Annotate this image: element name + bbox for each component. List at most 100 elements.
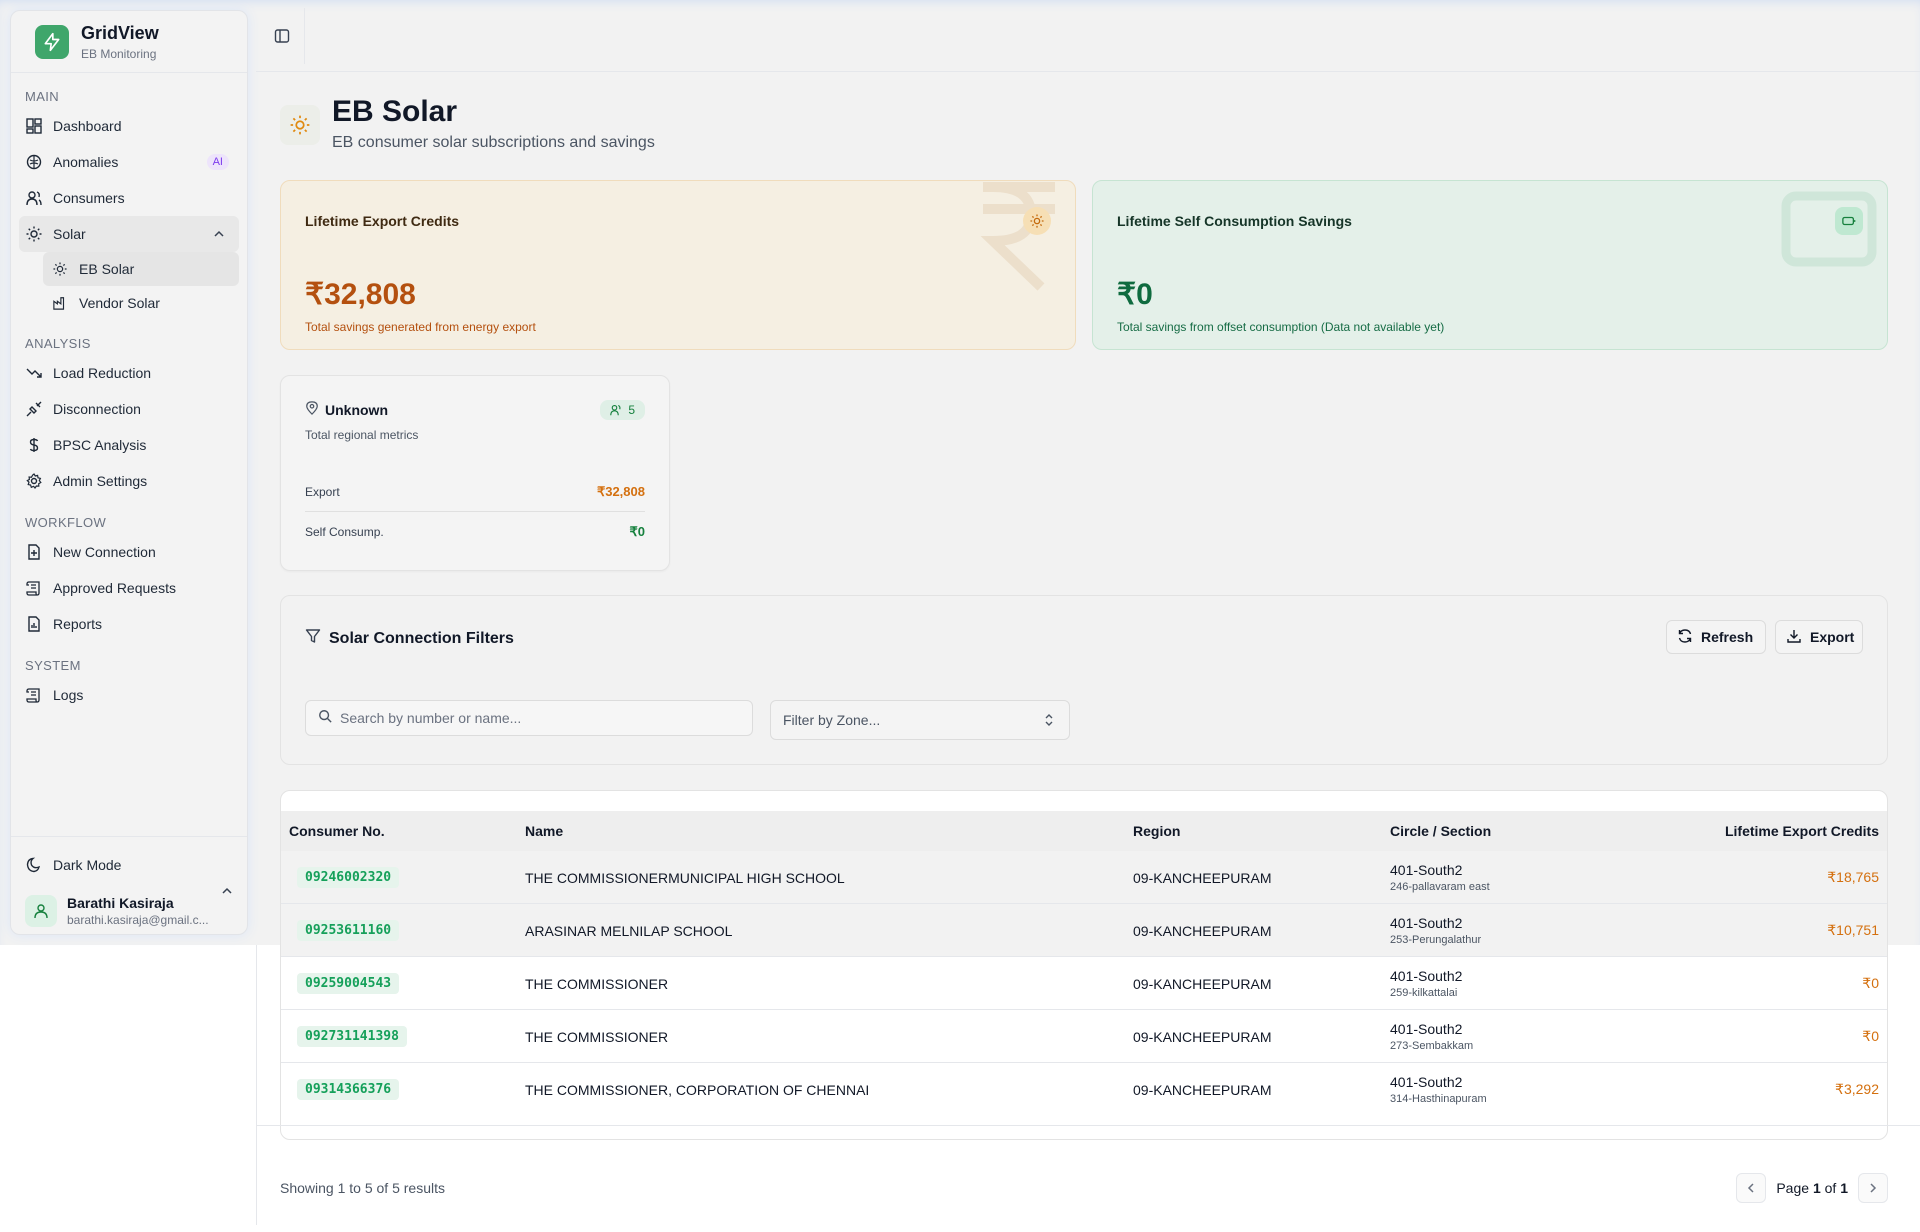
refresh-button[interactable]: Refresh	[1666, 620, 1766, 654]
sidebar-item-label: Consumers	[53, 190, 125, 206]
refresh-label: Refresh	[1701, 629, 1754, 645]
sidebar-item-consumers[interactable]: Consumers	[19, 180, 239, 216]
table-row[interactable]: 09314366376 THE COMMISSIONER, CORPORATIO…	[281, 1063, 1887, 1116]
export-button[interactable]: Export	[1775, 620, 1863, 654]
export-credit-value: ₹10,751	[1827, 922, 1879, 938]
sidebar-item-disconnection[interactable]: Disconnection	[19, 391, 239, 427]
export-label: Export	[1810, 629, 1855, 645]
sidebar-toggle-icon[interactable]	[274, 28, 294, 48]
circle-section-cell: 401-South2 273-Sembakkam	[1390, 1010, 1473, 1063]
brand-title: GridView	[81, 22, 159, 43]
filter-title: Solar Connection Filters	[305, 628, 514, 649]
scroll-icon	[25, 686, 43, 704]
solar-submenu: EB Solar Vendor Solar	[43, 252, 247, 320]
page-title: EB Solar	[332, 95, 458, 128]
topbar-divider	[304, 8, 305, 64]
user-icon	[25, 895, 57, 927]
user-menu[interactable]: Barathi Kasiraja barathi.kasiraja@gmail.…	[19, 887, 239, 933]
filter-title-text: Solar Connection Filters	[329, 629, 514, 647]
consumer-name: ARASINAR MELNILAP SCHOOL	[525, 922, 733, 939]
dashboard-icon	[25, 117, 43, 135]
col-consumer-no[interactable]: Consumer No.	[289, 823, 385, 839]
sidebar-item-approved-requests[interactable]: Approved Requests	[19, 570, 239, 606]
consumer-region: 09-KANCHEEPURAM	[1133, 922, 1272, 939]
sidebar-item-eb-solar[interactable]: EB Solar	[43, 252, 239, 286]
dark-mode-toggle[interactable]: Dark Mode	[19, 847, 239, 883]
circle-section-cell: 401-South2 314-Hasthinapuram	[1390, 1063, 1487, 1116]
consumer-number-link[interactable]: 09246002320	[297, 867, 400, 888]
user-email: barathi.kasiraja@gmail.c...	[67, 913, 209, 927]
sidebar-item-vendor-solar[interactable]: Vendor Solar	[43, 286, 239, 320]
sidebar-item-solar[interactable]: Solar	[19, 216, 239, 252]
region-count-badge: 5	[600, 400, 645, 420]
section-analysis: ANALYSIS	[25, 336, 91, 351]
export-credit-value: ₹3,292	[1835, 1081, 1879, 1097]
section: 273-Sembakkam	[1390, 1040, 1474, 1052]
sidebar-item-label: Disconnection	[53, 401, 141, 417]
sidebar-item-reports[interactable]: Reports	[19, 606, 239, 642]
sidebar-item-new-connection[interactable]: New Connection	[19, 534, 239, 570]
consumer-number-link[interactable]: 09253611160	[297, 920, 400, 941]
brand-header[interactable]: GridView EB Monitoring	[11, 11, 247, 73]
page-subtitle: EB consumer solar subscriptions and savi…	[332, 134, 655, 151]
sun-icon	[1023, 207, 1051, 235]
moon-icon	[25, 856, 43, 874]
section-system: SYSTEM	[25, 658, 81, 673]
prev-page-button[interactable]	[1736, 1173, 1767, 1203]
export-credits-label: Lifetime Export Credits	[305, 213, 460, 229]
consumer-number-link[interactable]: 09314366376	[297, 1079, 400, 1100]
sidebar-item-admin-settings[interactable]: Admin Settings	[19, 463, 239, 499]
table-row[interactable]: 09246002320 THE COMMISSIONERMUNICIPAL HI…	[281, 851, 1887, 904]
top-bar	[256, 0, 1920, 72]
sidebar-item-logs[interactable]: Logs	[19, 677, 239, 713]
users-icon	[25, 189, 43, 207]
region-export-value: ₹32,808	[596, 483, 645, 499]
region-count: 5	[628, 403, 635, 417]
col-name[interactable]: Name	[525, 823, 563, 839]
consumer-name: THE COMMISSIONER	[525, 975, 669, 992]
sidebar-item-anomalies[interactable]: Anomalies AI	[19, 144, 239, 180]
page-prefix: Page	[1776, 1180, 1810, 1196]
consumer-number-link[interactable]: 092731141398	[297, 1026, 407, 1047]
consumer-region: 09-KANCHEEPURAM	[1133, 1028, 1272, 1045]
user-name: Barathi Kasiraja	[67, 895, 174, 911]
region-self-row: Self Consump. ₹0	[305, 512, 645, 552]
search-input[interactable]	[340, 710, 740, 726]
content-bottom-border	[256, 1125, 1920, 1126]
consumer-number-link[interactable]: 09259004543	[297, 973, 400, 994]
table-row[interactable]: 092731141398 THE COMMISSIONER 09-KANCHEE…	[281, 1010, 1887, 1063]
next-page-button[interactable]	[1858, 1173, 1888, 1203]
unplug-icon	[25, 400, 43, 418]
table-row[interactable]: 09253611160 ARASINAR MELNILAP SCHOOL 09-…	[281, 904, 1887, 957]
chevron-right-icon	[1870, 1183, 1877, 1193]
sidebar-item-load-reduction[interactable]: Load Reduction	[19, 355, 239, 391]
section: 246-pallavaram east	[1390, 881, 1490, 893]
refresh-icon	[1677, 628, 1693, 647]
zone-select[interactable]: Filter by Zone...	[770, 700, 1070, 740]
search-field[interactable]	[305, 700, 753, 736]
region-self-value: ₹0	[629, 524, 645, 539]
export-credit-value: ₹0	[1862, 975, 1879, 991]
self-consumption-label: Lifetime Self Consumption Savings	[1117, 213, 1352, 229]
col-lifetime-export-credits[interactable]: Lifetime Export Credits	[1725, 823, 1879, 839]
consumer-name: THE COMMISSIONER, CORPORATION OF CHENNAI	[525, 1081, 870, 1098]
col-circle-section[interactable]: Circle / Section	[1390, 823, 1491, 839]
circle-section-cell: 401-South2 246-pallavaram east	[1390, 851, 1490, 904]
trending-down-icon	[25, 364, 43, 382]
col-region[interactable]: Region	[1133, 823, 1180, 839]
region-card[interactable]: Unknown 5 Total regional metrics Export …	[280, 375, 670, 571]
sidebar-item-label: Approved Requests	[53, 580, 176, 596]
sidebar-item-bpsc-analysis[interactable]: BPSC Analysis	[19, 427, 239, 463]
sun-icon	[51, 260, 69, 278]
content-border	[256, 945, 257, 1225]
table-row[interactable]: 09259004543 THE COMMISSIONER 09-KANCHEEP…	[281, 957, 1887, 1010]
brand-subtitle: EB Monitoring	[81, 46, 157, 61]
ai-badge: AI	[206, 154, 229, 170]
section: 259-kilkattalai	[1390, 987, 1458, 999]
results-summary: Showing 1 to 5 of 5 results	[280, 1180, 445, 1196]
sidebar-item-label: Admin Settings	[53, 473, 148, 489]
sidebar: GridView EB Monitoring MAIN Dashboard An…	[10, 10, 248, 935]
chevrons-up-down-icon	[1043, 713, 1055, 730]
self-consumption-desc: Total savings from offset consumption (D…	[1117, 320, 1445, 334]
sidebar-item-dashboard[interactable]: Dashboard	[19, 108, 239, 144]
